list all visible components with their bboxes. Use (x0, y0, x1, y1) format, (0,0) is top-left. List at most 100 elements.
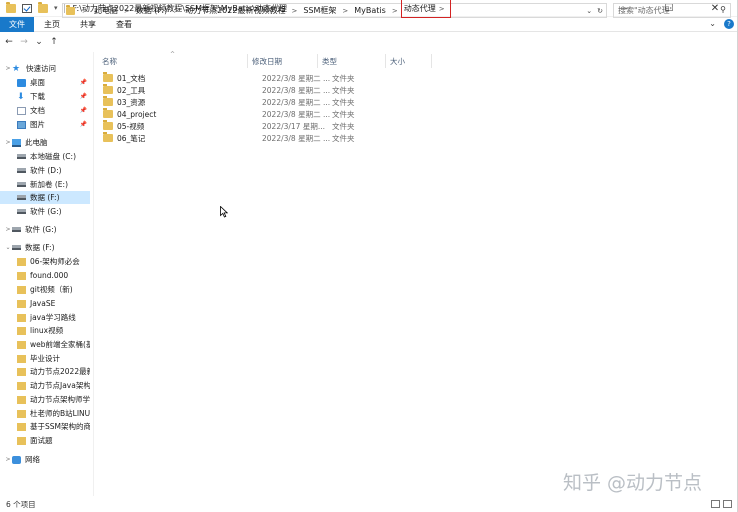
file-date: 2022/3/8 星期二 ... (262, 85, 331, 95)
sidebar-folder[interactable]: 基于SSM架构的商品 (0, 420, 90, 433)
refresh-icon[interactable]: ↻ (597, 7, 603, 15)
tab-share[interactable]: 共享 (70, 17, 106, 32)
sidebar-item-pictures[interactable]: 图片 📌 (0, 118, 90, 131)
folder-icon (103, 120, 113, 130)
sidebar-folder[interactable]: 动力节点Java架构师 (0, 379, 90, 392)
network-icon (12, 455, 21, 464)
pin-icon: 📌 (79, 93, 87, 100)
back-button[interactable]: ← (3, 37, 15, 47)
breadcrumb-mybatis[interactable]: MyBatis (351, 6, 389, 15)
folder-icon (17, 313, 26, 322)
up-button[interactable]: ↑ (48, 37, 60, 47)
folder-icon (66, 4, 75, 15)
expand-chevron-icon[interactable]: > (4, 139, 12, 146)
file-row[interactable]: 03_资源 2022/3/8 星期二 ... 文件夹 (98, 96, 400, 108)
sidebar-folder[interactable]: JavaSE (0, 297, 90, 310)
chevron-right-icon[interactable]: > (121, 7, 133, 15)
chevron-right-icon[interactable]: > (436, 5, 448, 13)
sidebar-item-label: 下载 (30, 92, 45, 101)
address-bar[interactable]: > 此电脑 > 数据 (F:) > 动力节点2022最新视频教程 > SSM框架… (62, 0, 607, 18)
sidebar-item-drive-f-root[interactable]: ⌄ 数据 (F:) (0, 241, 90, 254)
sidebar-item-drive-f[interactable]: 数据 (F:) (0, 191, 90, 204)
navigation-pane[interactable]: > ★ 快速访问 桌面 📌 ⬇ 下载 📌 文档 📌 图片 📌 > 此电脑 本地磁… (0, 52, 93, 496)
sidebar-item-downloads[interactable]: ⬇ 下载 📌 (0, 90, 90, 103)
search-icon[interactable]: ⚲ (720, 5, 726, 14)
chevron-right-icon[interactable]: > (389, 7, 401, 15)
sidebar-item-drive-g-root[interactable]: > 软件 (G:) (0, 223, 90, 236)
expand-chevron-icon[interactable]: > (4, 226, 12, 233)
recent-locations-chevron-icon[interactable]: ⌄ (33, 37, 45, 47)
tab-home[interactable]: 主页 (34, 17, 70, 32)
column-header-type[interactable]: 类型 (318, 54, 386, 68)
breadcrumb-this-pc[interactable]: 此电脑 (91, 5, 121, 16)
folder-icon (17, 422, 26, 431)
help-icon[interactable]: ? (724, 19, 734, 29)
file-type: 文件夹 (332, 85, 355, 95)
customize-toolbar-chevron-icon[interactable]: ▾ (54, 4, 58, 12)
sidebar-folder[interactable]: 动力节点2022最新视 (0, 365, 90, 378)
sort-indicator-icon: ^ (170, 51, 176, 58)
sidebar-folder[interactable]: 动力节点架构师学习 (0, 393, 90, 406)
sidebar-folder[interactable]: 06-架构师必会 (0, 255, 90, 268)
tab-file[interactable]: 文件 (0, 16, 34, 32)
sidebar-item-network[interactable]: > 网络 (0, 453, 90, 466)
large-icons-view-icon[interactable] (723, 500, 732, 508)
sidebar-item-desktop[interactable]: 桌面 📌 (0, 76, 90, 89)
tab-view[interactable]: 查看 (106, 17, 142, 32)
sidebar-folder[interactable]: git视频（新) (0, 283, 90, 296)
expand-chevron-icon[interactable]: > (4, 65, 12, 72)
chevron-right-icon[interactable]: > (339, 7, 351, 15)
sidebar-item-drive-g[interactable]: 软件 (G:) (0, 205, 90, 218)
sidebar-item-label: 杜老师的B站LINUX (30, 409, 90, 418)
details-view-icon[interactable] (711, 500, 720, 508)
drive-icon (17, 182, 26, 187)
file-row[interactable]: 01_文档 2022/3/8 星期二 ... 文件夹 (98, 72, 400, 84)
search-input[interactable]: 搜索"动态代理" ⚲ (613, 3, 731, 18)
chevron-right-icon[interactable]: > (170, 7, 182, 15)
sidebar-item-quick-access[interactable]: > ★ 快速访问 (0, 62, 90, 75)
chevron-right-icon[interactable]: > (79, 7, 91, 15)
expand-ribbon-chevron-icon[interactable]: ⌄ (709, 19, 716, 29)
sidebar-item-label: web前端全家桶(基础 (30, 340, 90, 349)
file-row[interactable]: 02_工具 2022/3/8 星期二 ... 文件夹 (98, 84, 400, 96)
column-header-date[interactable]: 修改日期 (248, 54, 318, 68)
breadcrumb-current-highlighted[interactable]: 动态代理 > (400, 0, 451, 18)
sidebar-item-label: 图片 (30, 120, 45, 129)
expand-chevron-icon[interactable]: > (4, 456, 12, 463)
sidebar-folder[interactable]: 面试题 (0, 434, 90, 447)
file-row[interactable]: 06_笔记 2022/3/8 星期二 ... 文件夹 (98, 132, 400, 144)
sidebar-folder[interactable]: 毕业设计 (0, 352, 90, 365)
file-row[interactable]: 04_project 2022/3/8 星期二 ... 文件夹 (98, 108, 400, 120)
breadcrumb-course-folder[interactable]: 动力节点2022最新视频教程 (182, 5, 288, 16)
sidebar-folder[interactable]: web前端全家桶(基础 (0, 338, 90, 351)
ribbon-right-controls: ⌄ ? (709, 19, 734, 29)
sidebar-item-drive-d[interactable]: 软件 (D:) (0, 164, 90, 177)
new-folder-icon[interactable] (38, 1, 48, 13)
folder-icon (103, 72, 113, 82)
sidebar-item-this-pc[interactable]: > 此电脑 (0, 136, 90, 149)
sidebar-folder[interactable]: java学习路线 (0, 311, 90, 324)
sidebar-folder[interactable]: found.000 (0, 269, 90, 282)
view-switcher (711, 500, 732, 508)
file-row[interactable]: 05-视频 2022/3/17 星期... 文件夹 (98, 120, 400, 132)
sidebar-item-label: 软件 (G:) (25, 225, 57, 234)
column-header-size[interactable]: 大小 (386, 54, 432, 68)
watermark: 知乎 @动力节点 (563, 472, 703, 494)
sidebar-item-drive-e[interactable]: 新加卷 (E:) (0, 178, 90, 191)
breadcrumb-ssm[interactable]: SSM框架 (300, 5, 339, 16)
pin-icon: 📌 (79, 107, 87, 114)
properties-icon[interactable] (22, 3, 32, 13)
collapse-chevron-icon[interactable]: ⌄ (4, 244, 12, 251)
pane-divider[interactable] (93, 52, 94, 496)
chevron-right-icon[interactable]: > (288, 7, 300, 15)
address-dropdown-chevron-icon[interactable]: ⌄ (586, 7, 592, 15)
folder-icon (17, 436, 26, 445)
sidebar-folder[interactable]: linux视频 (0, 324, 90, 337)
forward-button[interactable]: → (18, 37, 30, 47)
sidebar-item-label: 基于SSM架构的商品 (30, 422, 90, 431)
sidebar-item-drive-c[interactable]: 本地磁盘 (C:) (0, 150, 90, 163)
sidebar-item-documents[interactable]: 文档 📌 (0, 104, 90, 117)
sidebar-folder[interactable]: 杜老师的B站LINUX (0, 407, 90, 420)
folder-icon (17, 409, 26, 418)
breadcrumb-drive-f[interactable]: 数据 (F:) (133, 5, 170, 16)
